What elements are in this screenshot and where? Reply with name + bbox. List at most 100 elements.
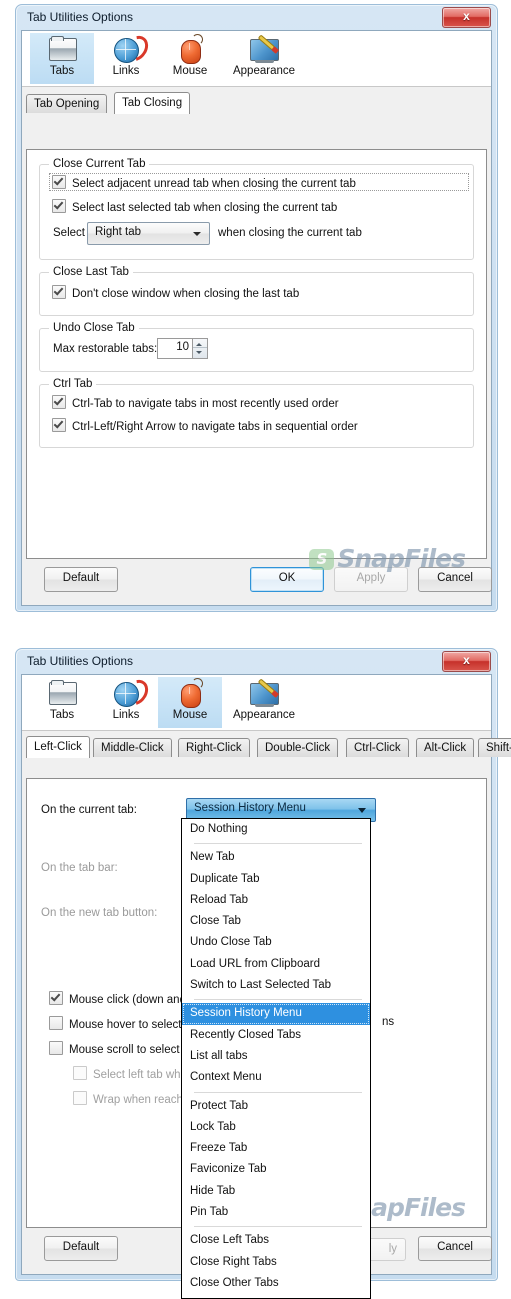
cancel-button[interactable]: Cancel: [418, 567, 492, 592]
spinner-down-icon[interactable]: [196, 351, 202, 354]
tab-left-click[interactable]: Left-Click: [26, 736, 90, 758]
window-title: Tab Utilities Options: [27, 654, 134, 668]
group-title: Close Last Tab: [49, 266, 133, 278]
dropdown-item[interactable]: Session History Menu: [182, 1003, 370, 1025]
toolbar-label: Appearance: [232, 65, 296, 77]
checkbox-label: Ctrl-Tab to navigate tabs in most recent…: [72, 398, 339, 410]
dropdown-item[interactable]: Protect Tab: [182, 1096, 370, 1117]
toolbar-label: Links: [112, 65, 140, 77]
monitor-brush-icon: [222, 679, 306, 709]
dropdown-item[interactable]: Close Left Tabs: [182, 1230, 370, 1251]
select-close-target-combobox[interactable]: Right tab: [87, 222, 210, 245]
close-button[interactable]: x: [442, 651, 491, 672]
checkbox-ctrl-arrow-sequential[interactable]: Ctrl-Left/Right Arrow to navigate tabs i…: [52, 418, 358, 433]
tab-double-click[interactable]: Double-Click: [257, 738, 339, 757]
checkbox-mouse-hover[interactable]: Mouse hover to select a: [49, 1016, 191, 1031]
toolbar-item-appearance[interactable]: Appearance: [222, 677, 306, 728]
window-title: Tab Utilities Options: [27, 10, 134, 24]
toolbar: Tabs Links Mouse Appearance: [22, 675, 491, 731]
close-icon: x: [463, 653, 470, 667]
apply-button: Apply: [334, 567, 408, 592]
spinner-up-icon[interactable]: [196, 343, 202, 346]
dropdown-item[interactable]: Duplicate Tab: [182, 869, 370, 890]
spinner-buttons[interactable]: [192, 338, 208, 359]
toolbar: Tabs Links Mouse Appearance: [22, 31, 491, 87]
action-dropdown-list[interactable]: Do Nothing New Tab Duplicate Tab Reload Tab…: [181, 818, 371, 1299]
label-on-new-tab-button: On the new tab button:: [41, 907, 158, 919]
checkbox-mouse-scroll[interactable]: Mouse scroll to select a: [49, 1041, 189, 1056]
toolbar-item-mouse[interactable]: Mouse: [158, 33, 222, 84]
toolbar-item-links[interactable]: Links: [94, 675, 158, 728]
dropdown-item[interactable]: New Tab: [182, 847, 370, 868]
ok-button[interactable]: OK: [250, 567, 324, 592]
tab-tab-closing[interactable]: Tab Closing: [114, 92, 191, 114]
default-button[interactable]: Default: [44, 567, 118, 592]
tab-right-click[interactable]: Right-Click: [178, 738, 250, 757]
tab-shift-click[interactable]: Shift-Click: [478, 738, 511, 757]
select-suffix-label: when closing the current tab: [218, 227, 362, 239]
globe-icon: [94, 675, 158, 710]
checkbox-select-adjacent-unread[interactable]: Select adjacent unread tab when closing …: [52, 175, 356, 190]
toolbar-item-links[interactable]: Links: [94, 31, 158, 84]
max-restorable-value: 10: [176, 341, 189, 353]
max-restorable-input[interactable]: 10: [157, 338, 208, 359]
dropdown-item[interactable]: List all tabs: [182, 1046, 370, 1067]
toolbar-item-tabs[interactable]: Tabs: [30, 677, 94, 728]
toolbar-label: Mouse: [172, 709, 208, 721]
dropdown-item[interactable]: Faviconize Tab: [182, 1159, 370, 1180]
dropdown-item[interactable]: Lock Tab: [182, 1117, 370, 1138]
title-bar: Tab Utilities Options x: [16, 649, 497, 674]
toolbar-item-mouse[interactable]: Mouse: [158, 677, 222, 728]
checkbox-label: Don't close window when closing the last…: [72, 288, 300, 300]
tab-tab-opening[interactable]: Tab Opening: [26, 94, 108, 113]
close-button[interactable]: x: [442, 7, 491, 28]
dropdown-item[interactable]: Close Right Tabs: [182, 1252, 370, 1273]
cancel-button[interactable]: Cancel: [418, 1236, 492, 1261]
chevron-down-icon: [358, 808, 366, 813]
dropdown-item[interactable]: Undo Close Tab: [182, 932, 370, 953]
dropdown-item[interactable]: Context Menu: [182, 1067, 370, 1088]
checkbox-box: [52, 285, 66, 299]
checkbox-ctrl-tab-mru[interactable]: Ctrl-Tab to navigate tabs in most recent…: [52, 395, 339, 410]
dropdown-item[interactable]: Switch to Last Selected Tab: [182, 975, 370, 996]
dropdown-separator: [194, 843, 362, 845]
dropdown-item[interactable]: Load URL from Clipboard: [182, 954, 370, 975]
dropdown-item[interactable]: Reload Tab: [182, 890, 370, 911]
folder-icon: [30, 35, 94, 65]
toolbar-label: Tabs: [49, 709, 75, 721]
folder-icon: [30, 679, 94, 709]
dropdown-item[interactable]: Do Nothing: [182, 819, 370, 840]
toolbar-label: Links: [112, 709, 140, 721]
checkbox-label: Mouse hover to select a: [69, 1019, 192, 1031]
tab-ctrl-click[interactable]: Ctrl-Click: [346, 738, 409, 757]
dropdown-item[interactable]: Recently Closed Tabs: [182, 1025, 370, 1046]
combobox-value: Session History Menu: [194, 802, 306, 814]
checkbox-box: [73, 1091, 87, 1105]
chevron-down-icon: [193, 232, 201, 236]
dropdown-item[interactable]: Close Tab: [182, 911, 370, 932]
checkbox-mouse-click[interactable]: Mouse click (down and: [49, 991, 186, 1006]
checkbox-dont-close-window[interactable]: Don't close window when closing the last…: [52, 285, 299, 300]
clipped-label: ns: [382, 1016, 395, 1028]
globe-icon: [94, 31, 158, 66]
dropdown-item[interactable]: Pin Tab: [182, 1202, 370, 1223]
checkbox-box: [73, 1066, 87, 1080]
dropdown-item[interactable]: Hide Tab: [182, 1181, 370, 1202]
default-button[interactable]: Default: [44, 1236, 118, 1261]
tab-closing-page: Close Current Tab Select adjacent unread…: [26, 149, 487, 559]
dropdown-item[interactable]: Close Other Tabs: [182, 1273, 370, 1294]
group-title: Ctrl Tab: [49, 378, 97, 390]
toolbar-item-tabs[interactable]: Tabs: [30, 33, 94, 84]
client-area: Tabs Links Mouse Appearance Left-Click M…: [21, 674, 511, 1299]
toolbar-label: Appearance: [232, 709, 296, 721]
label-on-tab-bar: On the tab bar:: [41, 862, 118, 874]
group-close-last-tab: Close Last Tab Don't close window when c…: [39, 266, 474, 316]
tab-strip: Left-Click Middle-Click Right-Click Doub…: [26, 736, 511, 758]
checkbox-box: [52, 418, 66, 432]
tab-alt-click[interactable]: Alt-Click: [416, 738, 475, 757]
checkbox-select-last-selected[interactable]: Select last selected tab when closing th…: [52, 199, 337, 214]
dropdown-item[interactable]: Freeze Tab: [182, 1138, 370, 1159]
max-restorable-label: Max restorable tabs:: [53, 343, 158, 355]
tab-middle-click[interactable]: Middle-Click: [93, 738, 172, 757]
toolbar-item-appearance[interactable]: Appearance: [222, 33, 306, 84]
